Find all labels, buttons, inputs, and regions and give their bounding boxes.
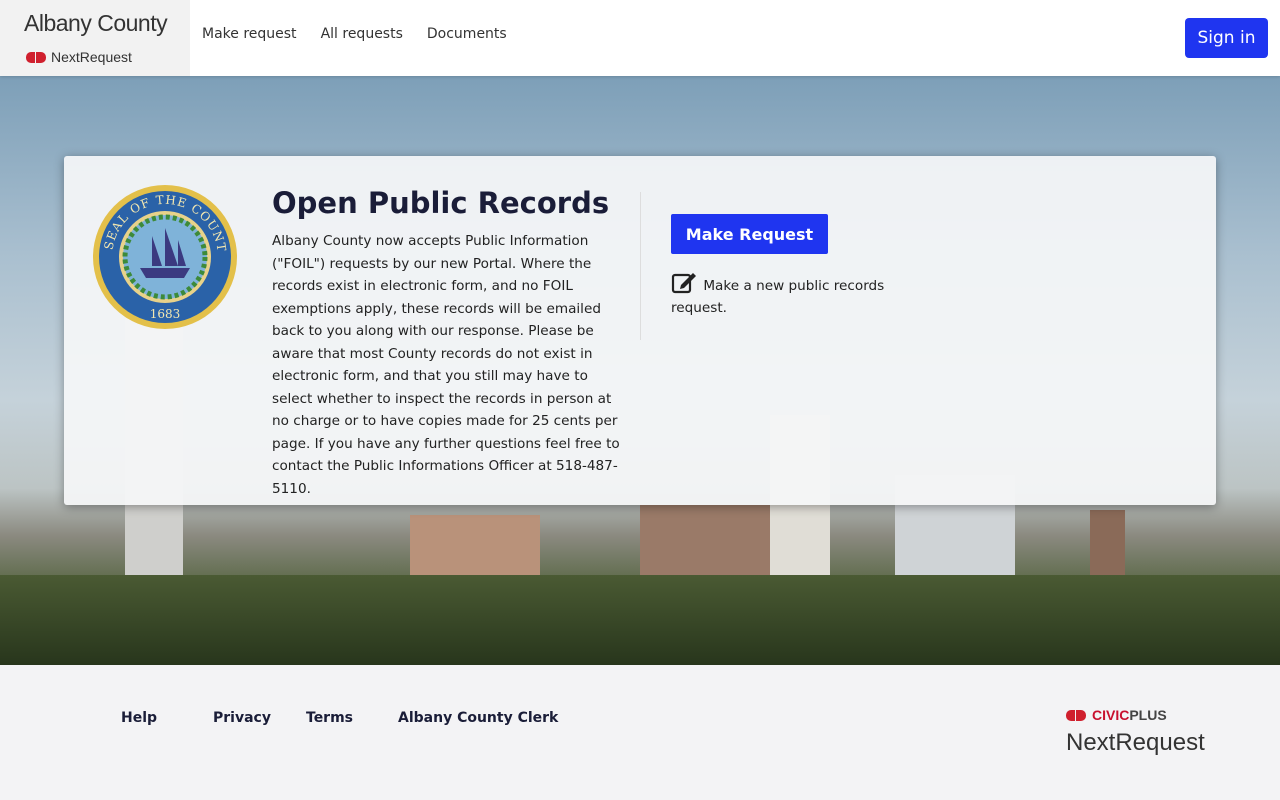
intro-card: SEAL OF THE COUNTY OF ALBANY 1683 Open P…	[64, 156, 1216, 505]
hero-background: SEAL OF THE COUNTY OF ALBANY 1683 Open P…	[0, 76, 1280, 665]
building	[1090, 510, 1125, 585]
footer-clerk-link[interactable]: Albany County Clerk	[398, 710, 558, 726]
seal-year: 1683	[150, 307, 181, 321]
footer-help-link[interactable]: Help	[121, 710, 157, 726]
footer-privacy-link[interactable]: Privacy	[213, 710, 271, 726]
civicplus-icon	[1066, 709, 1086, 721]
intro-description: Albany County now accepts Public Informa…	[272, 233, 620, 497]
county-seal-icon: SEAL OF THE COUNTY OF ALBANY 1683	[92, 184, 237, 329]
plus-text: PLUS	[1129, 707, 1167, 723]
footer-terms-link[interactable]: Terms	[306, 710, 353, 726]
civicplus-logo-icon	[26, 51, 46, 63]
nextrequest-logo: NextRequest	[26, 49, 132, 65]
civic-text: CIVIC	[1092, 707, 1130, 723]
make-request-description: Make a new public records request.	[671, 270, 901, 319]
edit-icon	[671, 273, 696, 294]
main-nav: Make request All requests Documents	[202, 26, 507, 42]
footer: Help Privacy Terms Albany County Clerk C…	[0, 665, 1280, 800]
make-request-button[interactable]: Make Request	[671, 214, 828, 254]
divider	[640, 192, 641, 340]
nav-make-request[interactable]: Make request	[202, 26, 297, 42]
make-request-text: Make a new public records request.	[671, 278, 885, 316]
brand-subtitle: NextRequest	[51, 49, 132, 65]
sign-in-button[interactable]: Sign in	[1185, 18, 1268, 58]
nav-documents[interactable]: Documents	[427, 26, 507, 42]
nav-all-requests[interactable]: All requests	[321, 26, 403, 42]
page-title: Open Public Records	[272, 186, 610, 220]
tree-line	[0, 575, 1280, 665]
nextrequest-footer-logo: NextRequest	[1066, 729, 1205, 756]
brand-title: Albany County	[24, 10, 168, 36]
building	[640, 505, 780, 585]
brand-home-link[interactable]: Albany County NextRequest	[0, 0, 190, 76]
civicplus-logo: CIVICPLUS	[1066, 707, 1167, 723]
top-navbar: Albany County NextRequest Make request A…	[0, 0, 1280, 76]
